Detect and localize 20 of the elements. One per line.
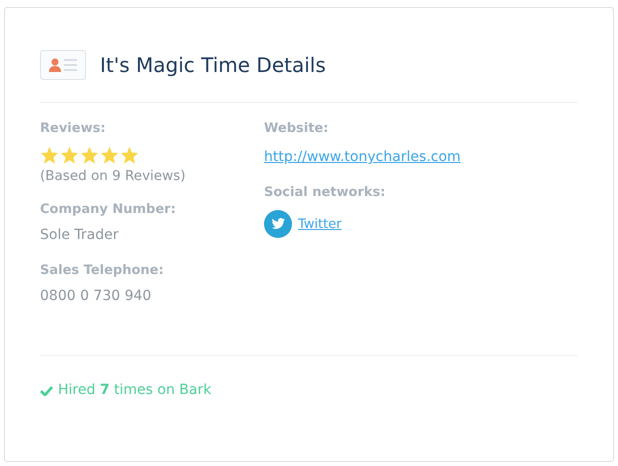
website-link[interactable]: http://www.tonycharles.com [264,149,461,165]
field-label: Social networks: [264,185,386,200]
star-icon [60,146,79,164]
field-label: Website: [264,121,330,136]
social-link[interactable]: Twitter [298,216,342,232]
check-icon [40,384,53,396]
review-count: (Based on 9 Reviews) [40,168,186,184]
contact-card-icon [40,50,86,80]
field-value: 0800 0 730 940 [40,288,152,304]
hired-count-text: Hired 7 times on Bark [58,383,212,397]
field-value: Sole Trader [40,227,120,243]
field-label: Company Number: [40,202,177,217]
star-icon [100,146,119,164]
field-label: Reviews: [40,121,107,136]
star-icon [120,146,139,164]
star-icon [40,146,59,164]
bird-icon[interactable] [264,210,292,238]
star-icon [80,146,99,164]
card-title: It's Magic Time Details [100,53,326,77]
field-label: Sales Telephone: [40,263,165,278]
